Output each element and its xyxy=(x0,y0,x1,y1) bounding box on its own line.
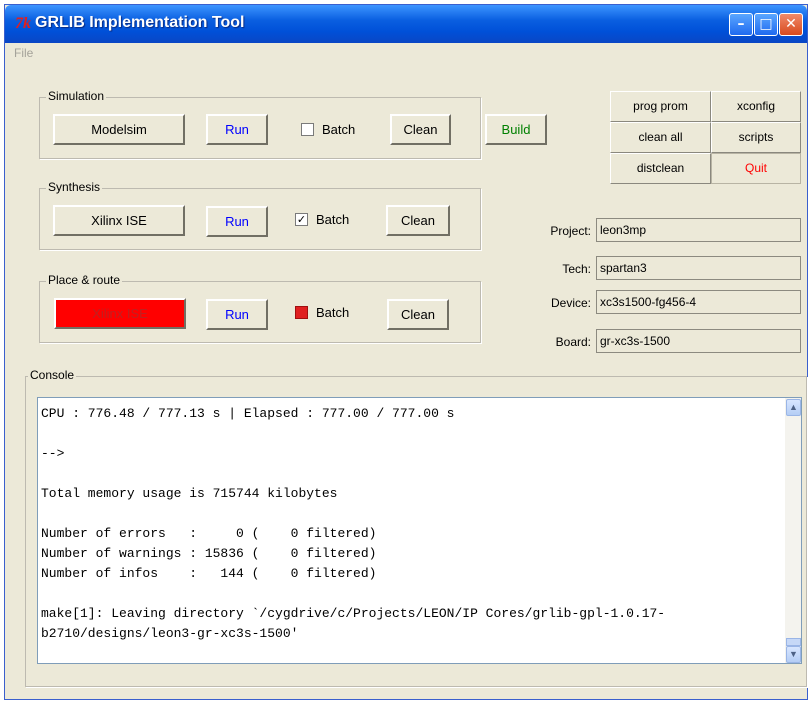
simulation-tool-button[interactable]: Modelsim xyxy=(53,114,185,145)
scroll-down-arrow-icon[interactable]: ▼ xyxy=(786,646,801,663)
title-bar[interactable]: 7k GRLIB Implementation Tool – □ ✕ xyxy=(5,5,807,43)
scroll-thumb[interactable] xyxy=(786,638,801,646)
tech-label: Tech: xyxy=(562,262,591,276)
app-window: 7k GRLIB Implementation Tool – □ ✕ File … xyxy=(4,4,808,700)
distclean-button[interactable]: distclean xyxy=(610,153,711,184)
window-title: GRLIB Implementation Tool xyxy=(35,14,245,31)
clean-all-button[interactable]: clean all xyxy=(610,122,711,153)
tk-logo-icon: 7k xyxy=(15,15,31,32)
xconfig-button[interactable]: xconfig xyxy=(711,91,801,122)
board-field: gr-xc3s-1500 xyxy=(596,329,801,353)
synthesis-run-button[interactable]: Run xyxy=(206,206,268,237)
scripts-button[interactable]: scripts xyxy=(711,122,801,153)
simulation-group-label: Simulation xyxy=(46,89,107,103)
simulation-clean-button[interactable]: Clean xyxy=(390,114,451,145)
simulation-batch-checkbox[interactable] xyxy=(301,123,314,136)
place-route-clean-button[interactable]: Clean xyxy=(387,299,449,330)
menu-bar: File xyxy=(5,43,807,63)
simulation-run-button[interactable]: Run xyxy=(206,114,268,145)
scroll-up-arrow-icon[interactable]: ▲ xyxy=(786,399,801,416)
synthesis-batch-label: Batch xyxy=(316,212,350,227)
synthesis-group-label: Synthesis xyxy=(46,180,103,194)
place-route-run-button[interactable]: Run xyxy=(206,299,268,330)
place-route-batch-checkbox[interactable] xyxy=(295,306,308,319)
board-label: Board: xyxy=(555,335,591,349)
console-text: CPU : 776.48 / 777.13 s | Elapsed : 777.… xyxy=(41,406,666,641)
simulation-build-button[interactable]: Build xyxy=(485,114,547,145)
project-label: Project: xyxy=(550,224,591,238)
prog-prom-button[interactable]: prog prom xyxy=(610,91,711,122)
device-label: Device: xyxy=(550,296,591,310)
project-field: leon3mp xyxy=(596,218,801,242)
close-icon[interactable]: ✕ xyxy=(779,13,803,36)
synthesis-clean-button[interactable]: Clean xyxy=(386,205,450,236)
place-route-batch-label: Batch xyxy=(316,305,350,320)
console-label: Console xyxy=(28,368,77,382)
tech-field: spartan3 xyxy=(596,256,801,280)
place-route-tool-button[interactable]: Xilinx ISE xyxy=(54,298,186,329)
simulation-batch-label: Batch xyxy=(322,122,356,137)
maximize-icon[interactable]: □ xyxy=(754,13,778,36)
synthesis-tool-button[interactable]: Xilinx ISE xyxy=(53,205,185,236)
minimize-icon[interactable]: – xyxy=(729,13,753,36)
place-route-group-label: Place & route xyxy=(46,273,123,287)
menu-file[interactable]: File xyxy=(14,46,33,60)
console-output[interactable]: CPU : 776.48 / 777.13 s | Elapsed : 777.… xyxy=(37,397,785,664)
quit-button[interactable]: Quit xyxy=(711,153,801,184)
synthesis-batch-checkbox[interactable]: ✓ xyxy=(295,213,308,226)
console-scrollbar[interactable]: ▲ ▼ xyxy=(785,397,802,664)
device-field: xc3s1500-fg456-4 xyxy=(596,290,801,314)
